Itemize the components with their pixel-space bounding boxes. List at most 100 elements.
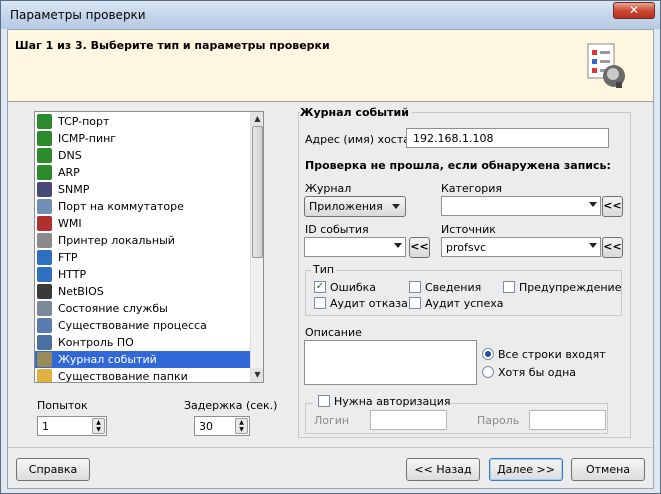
list-item[interactable]: NetBIOS	[35, 283, 251, 300]
delay-value: 30	[199, 420, 213, 433]
service-icon	[37, 301, 52, 316]
type-label-audit-failure: Аудит отказа	[330, 297, 408, 310]
ftp-icon	[37, 250, 52, 265]
cancel-button[interactable]: Отмена	[571, 458, 645, 481]
icmp-icon	[37, 131, 52, 146]
list-item[interactable]: WMI	[35, 215, 251, 232]
netbios-icon	[37, 284, 52, 299]
next-button[interactable]: Далее >>	[489, 458, 563, 481]
category-pick-button[interactable]: <<	[602, 196, 623, 217]
radio-all-lines-label: Все строки входят	[498, 348, 606, 361]
spin-arrows-icon[interactable]: ▲ ▼	[92, 418, 105, 434]
list-item-label: Существование процесса	[58, 319, 207, 332]
host-input[interactable]: 192.168.1.108	[406, 128, 609, 148]
list-item[interactable]: Контроль ПО	[35, 334, 251, 351]
radio-all-lines[interactable]	[482, 348, 494, 360]
auth-checkbox[interactable]	[318, 395, 330, 407]
spin-arrows-icon[interactable]: ▲ ▼	[235, 418, 248, 434]
chevron-down-icon	[392, 204, 400, 209]
list-item-label: FTP	[58, 251, 78, 264]
chevron-down-icon	[589, 243, 597, 248]
list-item-label: TCP-порт	[58, 115, 110, 128]
tcp-icon	[37, 114, 52, 129]
scroll-thumb[interactable]	[252, 126, 263, 258]
radio-any-line-label: Хотя бы одна	[498, 366, 577, 379]
list-item-label: HTTP	[58, 268, 87, 281]
list-item[interactable]: ARP	[35, 164, 251, 181]
delay-spinner[interactable]: 30 ▲ ▼	[194, 416, 250, 436]
type-group-title: Тип	[311, 263, 337, 276]
back-button[interactable]: << Назад	[406, 458, 480, 481]
list-item[interactable]: Существование папки	[35, 368, 251, 382]
journal-label: Журнал	[305, 182, 352, 195]
folder-icon	[37, 369, 52, 382]
source-label: Источник	[441, 223, 496, 236]
description-textarea[interactable]	[304, 340, 477, 385]
checklist-icon	[587, 43, 625, 88]
type-checkbox-error[interactable]: ✓	[314, 281, 326, 293]
attempts-label: Попыток	[37, 399, 88, 412]
list-item-label: WMI	[58, 217, 82, 230]
login-input[interactable]	[370, 410, 447, 430]
window-title: Параметры проверки	[10, 8, 146, 22]
type-label-audit-success: Аудит успеха	[425, 297, 504, 310]
attempts-value: 1	[42, 420, 49, 433]
list-item[interactable]: ICMP-пинг	[35, 130, 251, 147]
list-item[interactable]: SNMP	[35, 181, 251, 198]
journal-dropdown[interactable]: Приложения	[304, 196, 406, 217]
list-item[interactable]: Порт на коммутаторе	[35, 198, 251, 215]
list-item-label: Порт на коммутаторе	[58, 200, 184, 213]
list-item[interactable]: Принтер локальный	[35, 232, 251, 249]
event-id-combo[interactable]	[304, 237, 406, 257]
switch-port-icon	[37, 199, 52, 214]
list-item-label: Контроль ПО	[58, 336, 134, 349]
list-item[interactable]: HTTP	[35, 266, 251, 283]
attempts-spinner[interactable]: 1 ▲ ▼	[37, 416, 107, 436]
help-button[interactable]: Справка	[16, 458, 90, 481]
type-checkbox-audit-success[interactable]	[409, 297, 421, 309]
source-value: profsvc	[446, 241, 487, 254]
list-item-label: NetBIOS	[58, 285, 104, 298]
radio-any-line[interactable]	[482, 366, 494, 378]
list-item-label: Журнал событий	[58, 353, 157, 366]
password-input[interactable]	[529, 410, 606, 430]
list-item[interactable]: FTP	[35, 249, 251, 266]
list-item[interactable]: Состояние службы	[35, 300, 251, 317]
list-item[interactable]: Журнал событий	[35, 351, 251, 368]
description-label: Описание	[305, 326, 362, 339]
list-item-label: Состояние службы	[58, 302, 168, 315]
scroll-up-arrow-icon[interactable]: ▲	[251, 112, 263, 126]
list-scrollbar[interactable]: ▲ ▼	[250, 112, 263, 382]
type-checkbox-audit-failure[interactable]	[314, 297, 326, 309]
dialog-client: Шаг 1 из 3. Выберите тип и параметры про…	[7, 29, 654, 489]
list-item[interactable]: Существование процесса	[35, 317, 251, 334]
source-combo[interactable]: profsvc	[441, 237, 601, 257]
list-item[interactable]: DNS	[35, 147, 251, 164]
source-pick-button[interactable]: <<	[602, 237, 623, 258]
chevron-down-icon	[394, 243, 402, 248]
software-icon	[37, 335, 52, 350]
step-text: Шаг 1 из 3. Выберите тип и параметры про…	[15, 39, 330, 52]
type-checkbox-info[interactable]	[409, 281, 421, 293]
dns-icon	[37, 148, 52, 163]
footer-divider	[8, 447, 653, 448]
chevron-down-icon	[589, 202, 597, 207]
snmp-icon	[37, 182, 52, 197]
category-combo[interactable]	[441, 196, 601, 216]
fail-condition-text: Проверка не прошла, если обнаружена запи…	[305, 159, 611, 172]
process-icon	[37, 318, 52, 333]
delay-label: Задержка (сек.)	[184, 399, 278, 412]
type-label-warning: Предупреждение	[519, 281, 622, 294]
scroll-down-arrow-icon[interactable]: ▼	[251, 368, 263, 382]
list-item-label: ARP	[58, 166, 80, 179]
list-item-label: Принтер локальный	[58, 234, 175, 247]
list-item[interactable]: TCP-порт	[35, 113, 251, 130]
printer-icon	[37, 233, 52, 248]
event-id-pick-button[interactable]: <<	[409, 237, 430, 258]
check-type-list[interactable]: TCP-порт ICMP-пинг DNS ARP SNMP Порт на комму…	[34, 111, 264, 383]
login-label: Логин	[314, 414, 350, 427]
type-checkbox-warning[interactable]	[503, 281, 515, 293]
close-button[interactable]: ✕	[613, 2, 655, 19]
arp-icon	[37, 165, 52, 180]
title-bar[interactable]: Параметры проверки ✕	[1, 1, 660, 29]
